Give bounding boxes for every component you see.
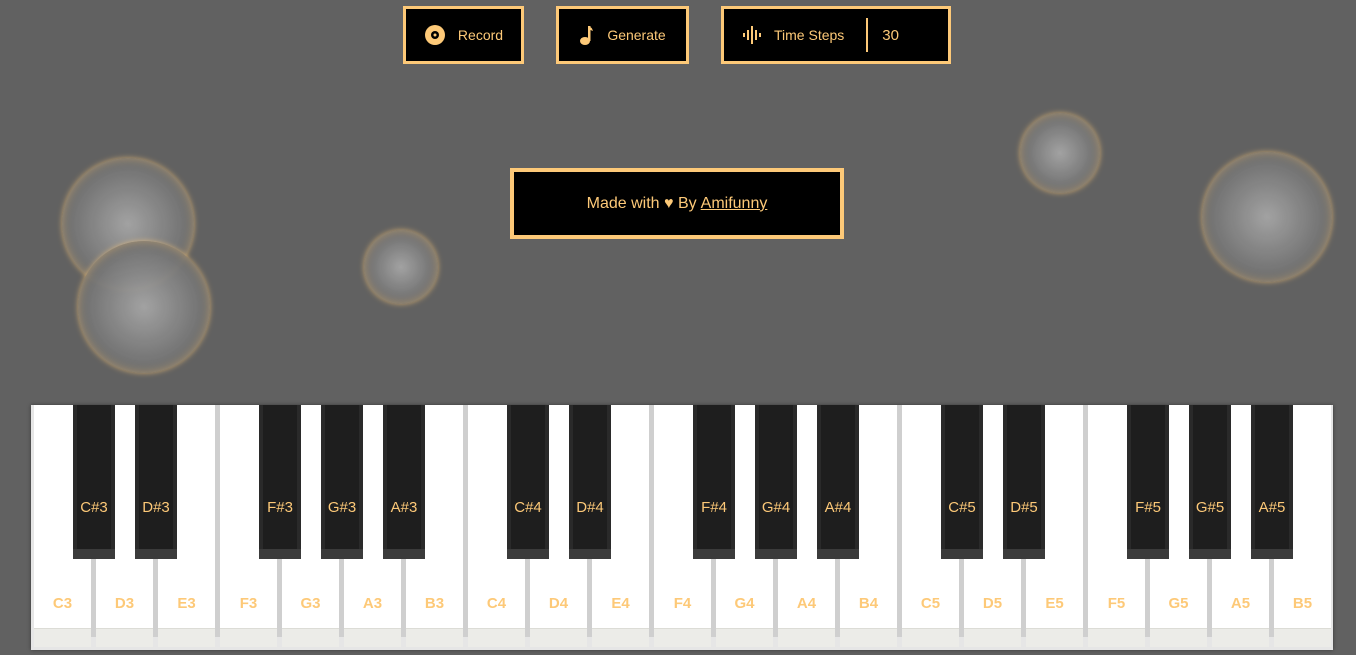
piano-key-f-sharp5[interactable]: F#5 bbox=[1127, 405, 1169, 559]
piano-key-a-sharp4[interactable]: A#4 bbox=[817, 405, 859, 559]
generate-button[interactable]: Generate bbox=[556, 6, 689, 64]
piano-key-g-sharp3[interactable]: G#3 bbox=[321, 405, 363, 559]
divider bbox=[866, 18, 869, 52]
piano-key-a-sharp5[interactable]: A#5 bbox=[1251, 405, 1293, 559]
piano-key-g-sharp4[interactable]: G#4 bbox=[755, 405, 797, 559]
credit-text: Made with ♥ By bbox=[586, 194, 697, 212]
key-label: B3 bbox=[424, 595, 445, 612]
key-label: C#3 bbox=[80, 499, 108, 516]
key-label: F5 bbox=[1107, 595, 1126, 612]
key-label: F#5 bbox=[1135, 499, 1161, 516]
time-steps-input[interactable] bbox=[882, 26, 933, 44]
key-label: C#5 bbox=[948, 499, 976, 516]
key-label: A4 bbox=[796, 595, 817, 612]
bubble bbox=[1202, 152, 1332, 282]
key-label: E4 bbox=[611, 595, 630, 612]
key-label: D4 bbox=[548, 595, 569, 612]
key-label: A#3 bbox=[390, 499, 418, 516]
bubble bbox=[364, 230, 438, 304]
key-label: F3 bbox=[239, 595, 258, 612]
piano-keyboard: C3 D3 E3 F3 G3 A3 B3 C4 D4 E4 F4 G4 A4 B4 C5 D5 E5 F5 G5 A5… bbox=[31, 405, 1333, 650]
piano-key-c-sharp3[interactable]: C#3 bbox=[73, 405, 115, 559]
record-icon bbox=[424, 24, 446, 46]
piano-key-g-sharp5[interactable]: G#5 bbox=[1189, 405, 1231, 559]
time-steps-control: Time Steps bbox=[721, 6, 951, 64]
key-label: D#5 bbox=[1010, 499, 1038, 516]
key-label: D#3 bbox=[142, 499, 170, 516]
key-label: A#5 bbox=[1258, 499, 1286, 516]
record-label: Record bbox=[457, 27, 504, 43]
key-label: D#4 bbox=[576, 499, 604, 516]
key-label: A5 bbox=[1230, 595, 1251, 612]
key-label: G#3 bbox=[327, 499, 357, 516]
bubble bbox=[78, 241, 210, 373]
key-label: C#4 bbox=[514, 499, 542, 516]
piano-key-d-sharp4[interactable]: D#4 bbox=[569, 405, 611, 559]
key-label: G4 bbox=[734, 595, 755, 612]
time-steps-label: Time Steps bbox=[774, 27, 845, 43]
key-label: G5 bbox=[1168, 595, 1189, 612]
key-label: C3 bbox=[52, 595, 73, 612]
key-label: E3 bbox=[177, 595, 196, 612]
key-label: F#4 bbox=[701, 499, 727, 516]
piano-key-f-sharp4[interactable]: F#4 bbox=[693, 405, 735, 559]
record-button[interactable]: Record bbox=[403, 6, 524, 64]
key-label: B5 bbox=[1292, 595, 1313, 612]
piano-key-d-sharp5[interactable]: D#5 bbox=[1003, 405, 1045, 559]
key-label: B4 bbox=[858, 595, 879, 612]
piano-key-c-sharp4[interactable]: C#4 bbox=[507, 405, 549, 559]
generate-label: Generate bbox=[607, 27, 666, 43]
key-label: A3 bbox=[362, 595, 383, 612]
key-label: E5 bbox=[1045, 595, 1064, 612]
key-label: F#3 bbox=[267, 499, 293, 516]
key-label: C4 bbox=[486, 595, 507, 612]
author-link[interactable]: Amifunny bbox=[701, 195, 768, 213]
music-note-icon bbox=[579, 24, 595, 46]
piano-key-d-sharp3[interactable]: D#3 bbox=[135, 405, 177, 559]
piano-key-a-sharp3[interactable]: A#3 bbox=[383, 405, 425, 559]
waveform-icon bbox=[742, 25, 762, 45]
piano-key-f-sharp3[interactable]: F#3 bbox=[259, 405, 301, 559]
key-label: G#5 bbox=[1195, 499, 1225, 516]
key-label: A#4 bbox=[824, 499, 852, 516]
key-label: G3 bbox=[300, 595, 321, 612]
bubble bbox=[1020, 113, 1100, 193]
credit-banner: Made with ♥ By Amifunny bbox=[510, 168, 844, 239]
piano-key-c-sharp5[interactable]: C#5 bbox=[941, 405, 983, 559]
key-label: D3 bbox=[114, 595, 135, 612]
key-label: D5 bbox=[982, 595, 1003, 612]
key-label: C5 bbox=[920, 595, 941, 612]
key-label: G#4 bbox=[761, 499, 791, 516]
key-label: F4 bbox=[673, 595, 692, 612]
